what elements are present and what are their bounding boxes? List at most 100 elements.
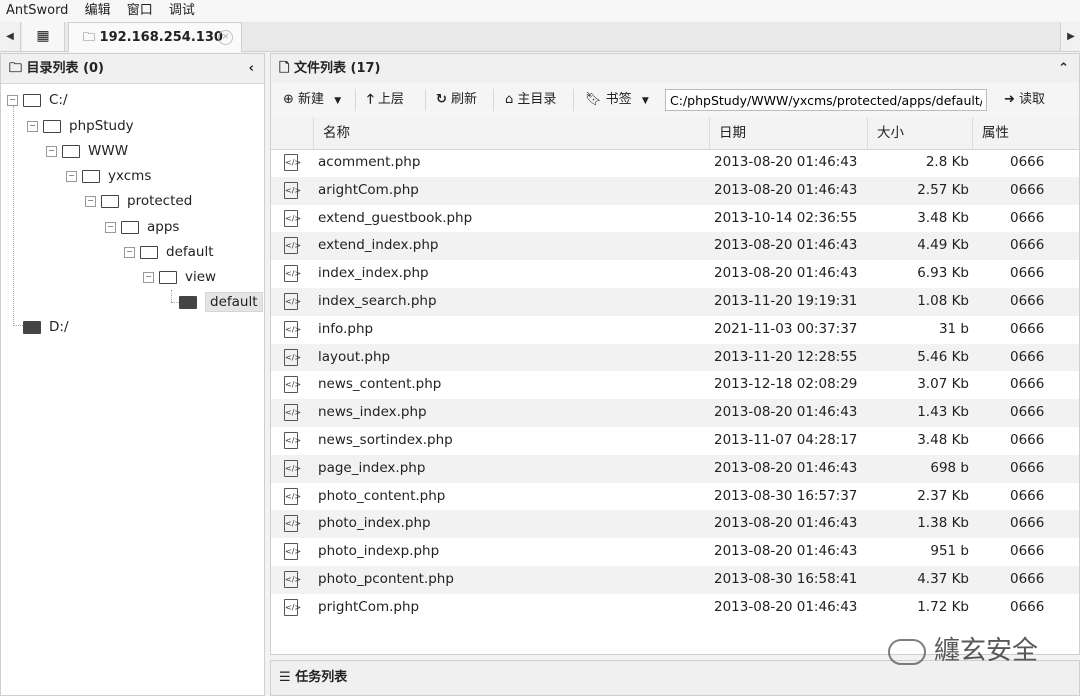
php-file-icon: </> [284,543,301,561]
file-date: 2013-12-18 02:08:29 [714,376,858,393]
file-name: index_search.php [318,292,437,309]
file-row[interactable]: </> prightCom.php 2013-08-20 01:46:43 1.72 … [271,594,1079,622]
tree-node-phpstudy[interactable]: − phpStudy [27,115,134,137]
tab-scroll-left-icon[interactable]: ◀ [0,22,21,51]
file-size: 31 b [938,320,969,337]
tree-node-www[interactable]: − WWW [46,140,128,162]
bookmark-button[interactable]: 🔖︎ 书签 ▼ [585,83,649,117]
file-perm: 0666 [1010,459,1045,476]
tree-node-apps[interactable]: − apps [105,216,179,238]
file-name: photo_indexp.php [318,543,440,560]
collapse-icon[interactable]: − [85,195,96,207]
collapse-panel-icon[interactable]: ⌃ [1058,54,1069,83]
read-button[interactable]: ➜ 读取 [1004,83,1045,117]
file-perm: 0666 [1010,543,1045,560]
collapse-panel-icon[interactable]: ‹ [249,54,254,83]
php-file-icon: </> [284,487,301,505]
php-file-icon: </> [284,376,301,394]
collapse-icon[interactable]: − [66,170,77,182]
php-file-icon: </> [284,237,301,255]
tree-node-yxcms[interactable]: − yxcms [66,165,151,187]
file-name: extend_guestbook.php [318,209,473,226]
menu-window[interactable]: 窗口 [121,0,159,22]
refresh-button[interactable]: ↻ 刷新 [436,83,477,117]
collapse-icon[interactable]: − [143,271,154,283]
file-row[interactable]: </> photo_content.php 2013-08-30 16:57:37 2… [271,483,1079,511]
file-row[interactable]: </> news_sortindex.php 2013-11-07 04:28:17… [271,427,1079,455]
file-row[interactable]: </> news_content.php 2013-12-18 02:08:29 3.… [271,371,1079,399]
file-date: 2013-08-30 16:57:37 [714,487,858,504]
file-name: prightCom.php [318,598,420,615]
folder-icon [82,169,100,183]
collapse-icon[interactable]: − [124,246,135,258]
close-tab-icon[interactable]: × [218,30,233,45]
file-perm: 0666 [1010,154,1045,170]
tree-node-c-drive[interactable]: − C:/ [7,89,68,111]
tree-node-default-app[interactable]: − default [124,241,214,263]
file-date: 2013-08-20 01:46:43 [714,237,858,254]
tree-node-d-drive[interactable]: D:/ [23,316,69,338]
tree-node-default-view[interactable]: default [179,291,263,313]
file-size: 951 b [930,543,969,560]
header-name[interactable]: 名称 [313,117,709,149]
file-row[interactable]: </> index_search.php 2013-11-20 19:19:31 1.… [271,287,1079,316]
caret-down-icon: ▼ [641,96,649,106]
file-size: 6.93 Kb [917,265,969,282]
collapse-icon[interactable]: − [46,145,57,157]
file-row[interactable]: </> extend_guestbook.php 2013-10-14 02:36:… [271,205,1079,233]
tree-node-view[interactable]: − view [143,266,216,288]
collapse-icon[interactable]: − [27,120,38,132]
tab-scroll-right-icon[interactable]: ▶ [1060,22,1080,51]
watermark: 纏玄安全 [888,630,1038,667]
file-date: 2013-08-20 01:46:43 [714,598,858,615]
home-button[interactable]: ⌂ 主目录 [505,83,556,117]
file-name: news_content.php [318,376,442,393]
file-size: 5.46 Kb [917,348,969,365]
file-perm: 0666 [1010,570,1045,587]
toolbar-divider [425,89,426,111]
file-name: info.php [318,320,374,337]
file-size: 2.8 Kb [925,154,969,170]
file-row[interactable]: </> arightCom.php 2013-08-20 01:46:43 2.57 … [271,176,1079,205]
file-row[interactable]: </> info.php 2021-11-03 00:37:37 31 b 0666 [271,316,1079,344]
collapse-icon[interactable]: − [7,94,18,106]
file-row[interactable]: </> photo_index.php 2013-08-20 01:46:43 1.3… [271,510,1079,539]
header-size[interactable]: 大小 [867,117,972,149]
file-date: 2013-11-20 12:28:55 [714,348,858,365]
tab-host[interactable]: 🗀 192.168.254.130 × [68,22,242,52]
file-grid-header: 名称 日期 大小 属性 [271,117,1079,150]
up-button[interactable]: 🡑 上层 [367,83,404,117]
home-icon: ⌂ [505,92,514,107]
tree-connector [171,302,179,303]
menu-edit[interactable]: 编辑 [79,0,117,22]
file-row[interactable]: </> page_index.php 2013-08-20 01:46:43 698 … [271,454,1079,483]
tree-connector [13,106,14,326]
file-name: news_sortindex.php [318,431,453,448]
collapse-icon[interactable]: − [105,221,116,233]
new-button[interactable]: ⊕ 新建 ▼ [283,83,341,117]
php-file-icon: </> [284,431,301,449]
file-date: 2013-08-20 01:46:43 [714,515,858,532]
caret-down-icon: ▼ [334,96,342,106]
header-date[interactable]: 日期 [709,117,867,149]
file-row[interactable]: </> extend_index.php 2013-08-20 01:46:43 4.… [271,232,1079,261]
path-input[interactable] [665,89,987,111]
folder-icon [43,119,61,133]
grid-icon[interactable]: ▦ [22,22,65,51]
menu-debug[interactable]: 调试 [163,0,201,22]
file-row[interactable]: </> index_index.php 2013-08-20 01:46:43 6.9… [271,260,1079,288]
header-perm[interactable]: 属性 [972,117,1079,149]
file-row[interactable]: </> layout.php 2013-11-20 12:28:55 5.46 Kb 0… [271,343,1079,372]
file-row[interactable]: </> photo_pcontent.php 2013-08-30 16:58:41… [271,565,1079,594]
folder-icon [159,270,177,284]
folder-icon: 🗀 [9,61,23,76]
tree-node-protected[interactable]: − protected [85,190,192,212]
file-date: 2013-08-20 01:46:43 [714,154,858,170]
file-perm: 0666 [1010,181,1045,198]
folder-icon [23,320,41,334]
file-row[interactable]: </> photo_indexp.php 2013-08-20 01:46:43 95… [271,538,1079,566]
file-row[interactable]: </> news_index.php 2013-08-20 01:46:43 1.43… [271,399,1079,427]
file-row[interactable]: </> acomment.php 2013-08-20 01:46:43 2.8 Kb… [271,149,1079,177]
menu-antsword[interactable]: AntSword [0,0,74,22]
file-date: 2013-08-20 01:46:43 [714,543,858,560]
